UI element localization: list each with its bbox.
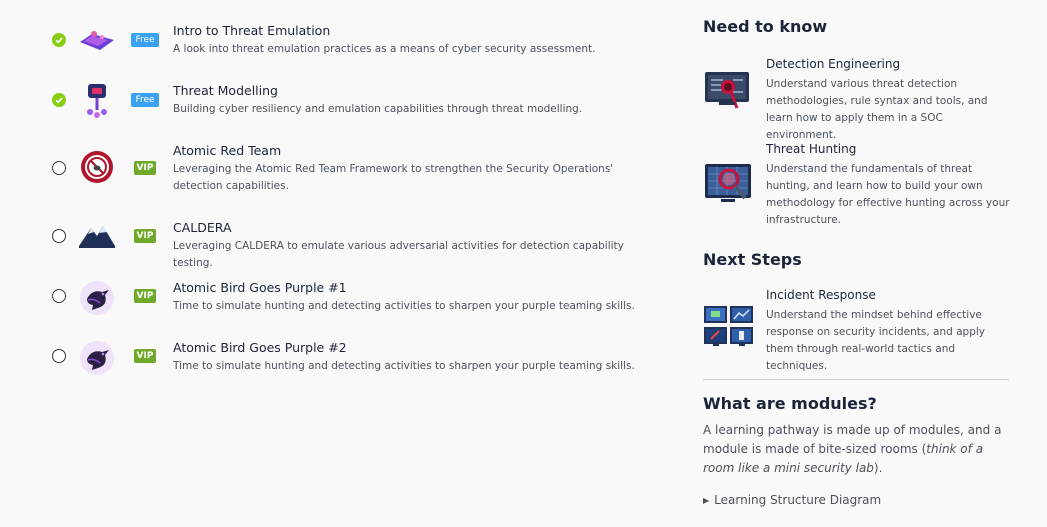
learning-structure-diagram-toggle[interactable]: ▶ Learning Structure Diagram — [703, 493, 881, 507]
incomplete-status-icon — [52, 229, 66, 243]
path-title[interactable]: Incident Response — [766, 288, 876, 302]
free-badge: Free — [131, 93, 159, 107]
room-thumbnail-icon — [78, 22, 116, 60]
path-description: Understand the fundamentals of threat hu… — [766, 163, 1010, 226]
next-steps-heading: Next Steps — [703, 250, 802, 269]
room-item-caldera[interactable]: VIP CALDERA Leveraging CALDERA to emulat… — [0, 219, 670, 275]
room-title[interactable]: Intro to Threat Emulation — [173, 23, 330, 38]
vip-badge: VIP — [134, 349, 156, 363]
path-card-threat-hunting[interactable]: Threat Hunting Understand the fundamenta… — [703, 142, 1013, 232]
path-card-incident-response[interactable]: Incident Response Understand the mindset… — [703, 288, 1013, 372]
incomplete-status-icon — [52, 161, 66, 175]
completed-check-icon — [52, 93, 66, 107]
details-summary-label: Learning Structure Diagram — [714, 493, 882, 507]
incident-response-icon — [703, 305, 753, 355]
threat-hunting-icon — [703, 162, 753, 212]
room-thumbnail-icon — [78, 339, 116, 377]
room-title[interactable]: Atomic Bird Goes Purple #1 — [173, 280, 347, 295]
section-divider — [703, 379, 1009, 380]
modules-explanation: A learning pathway is made up of modules… — [703, 421, 1013, 478]
disclosure-triangle-icon: ▶ — [703, 496, 710, 505]
room-thumbnail-icon — [78, 279, 116, 317]
what-are-modules-heading: What are modules? — [703, 394, 877, 413]
room-item-threat-modelling[interactable]: Free Threat Modelling Building cyber res… — [0, 82, 670, 138]
path-title[interactable]: Threat Hunting — [766, 142, 856, 156]
room-thumbnail-icon — [78, 150, 116, 188]
need-to-know-heading: Need to know — [703, 17, 828, 36]
vip-badge: VIP — [134, 289, 156, 303]
room-item-atomic-bird-goes-purple-1[interactable]: VIP Atomic Bird Goes Purple #1 Time to s… — [0, 279, 670, 335]
incomplete-status-icon — [52, 289, 66, 303]
modules-text-after: ). — [873, 461, 883, 475]
path-description: Understand various threat detection meth… — [766, 78, 988, 141]
detection-engineering-icon — [703, 70, 753, 120]
room-title[interactable]: Atomic Bird Goes Purple #2 — [173, 340, 347, 355]
room-description: Leveraging CALDERA to emulate various ad… — [173, 240, 624, 269]
vip-badge: VIP — [134, 161, 156, 175]
room-description: Time to simulate hunting and detecting a… — [173, 360, 635, 372]
room-title[interactable]: Threat Modelling — [173, 83, 278, 98]
room-item-atomic-bird-goes-purple-2[interactable]: VIP Atomic Bird Goes Purple #2 Time to s… — [0, 339, 670, 395]
path-description: Understand the mindset behind effective … — [766, 309, 985, 372]
room-title[interactable]: Atomic Red Team — [173, 143, 281, 158]
room-description: A look into threat emulation practices a… — [173, 43, 596, 55]
path-title[interactable]: Detection Engineering — [766, 57, 900, 71]
room-description: Building cyber resiliency and emulation … — [173, 103, 583, 115]
room-thumbnail-icon — [78, 82, 116, 120]
room-description: Time to simulate hunting and detecting a… — [173, 300, 635, 312]
room-title[interactable]: CALDERA — [173, 220, 232, 235]
room-item-intro-to-threat-emulation[interactable]: Free Intro to Threat Emulation A look in… — [0, 22, 670, 78]
vip-badge: VIP — [134, 229, 156, 243]
room-item-atomic-red-team[interactable]: VIP Atomic Red Team Leveraging the Atomi… — [0, 142, 670, 198]
incomplete-status-icon — [52, 349, 66, 363]
completed-check-icon — [52, 33, 66, 47]
path-card-detection-engineering[interactable]: Detection Engineering Understand various… — [703, 57, 1013, 141]
free-badge: Free — [131, 33, 159, 47]
room-description: Leveraging the Atomic Red Team Framework… — [173, 163, 614, 192]
room-thumbnail-icon — [78, 219, 116, 257]
